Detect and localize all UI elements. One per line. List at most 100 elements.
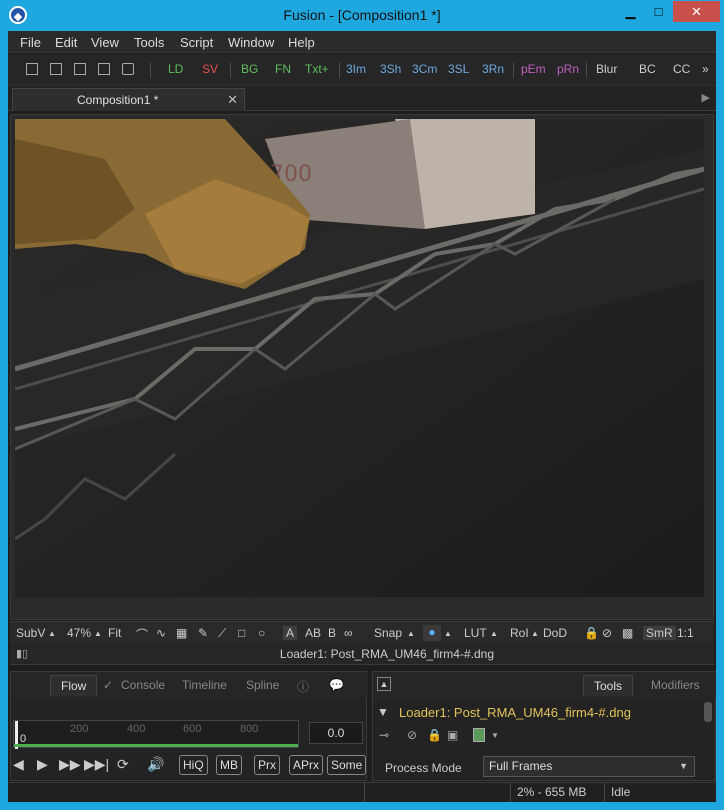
roi-button[interactable]: RoI [510,626,529,640]
layout-horizontal-icon[interactable] [74,63,86,75]
chevron-down-icon[interactable]: ▼ [377,705,389,719]
tab-composition1[interactable]: Composition1 * ✕ [12,88,245,111]
menu-window[interactable]: Window [228,35,274,50]
zoom-level[interactable]: 47% [67,626,91,640]
no-slash-icon[interactable]: ⊘ [602,626,612,640]
stereo-glasses-icon[interactable]: ∞ [344,626,353,640]
layout-split-icon[interactable] [50,63,62,75]
toolbar-overflow-icon[interactable]: » [702,62,709,76]
viewer-histogram-icon[interactable]: ▮▯ [16,647,28,660]
tab-spline[interactable]: Spline [246,678,279,692]
step-forward-icon[interactable]: ▶▶ [59,756,81,773]
channels-dropdown-icon[interactable]: ▲ [444,629,452,638]
mb-button[interactable]: MB [216,755,242,775]
snap-dropdown-icon[interactable]: ▲ [407,629,415,638]
menu-view[interactable]: View [91,35,119,50]
paint-brush-icon[interactable]: ✎ [198,626,208,640]
color-channels-icon[interactable]: ● [423,625,441,641]
lut-button[interactable]: LUT [464,626,487,640]
lock-icon[interactable]: 🔒 [584,626,599,640]
tool-button-3sl[interactable]: 3SL [448,62,469,76]
menu-help[interactable]: Help [288,35,315,50]
hiq-button[interactable]: HiQ [179,755,208,775]
tool-button-cc[interactable]: CC [673,62,690,76]
buffer-b-button[interactable]: B [328,626,336,640]
tool-button-txt[interactable]: Txt+ [305,62,329,76]
minimize-button[interactable]: ▁ [617,1,644,22]
close-button[interactable]: ✕ [673,1,720,22]
tool-button-pem[interactable]: pEm [521,62,546,76]
ellipse-tool-icon[interactable]: ○ [258,626,265,640]
tool-button-bc[interactable]: BC [639,62,656,76]
aprx-button[interactable]: APrx [289,755,324,775]
buffer-ab-button[interactable]: AB [305,626,321,640]
save-icon[interactable]: ▣ [447,728,458,742]
current-time-field[interactable]: 0.0 [309,722,363,744]
tool-button-ld[interactable]: LD [168,62,183,76]
viewer-image[interactable]: 700 [15,119,704,597]
tab-tools[interactable]: Tools [583,675,634,696]
tab-modifiers[interactable]: Modifiers [651,678,700,692]
tool-button-sv[interactable]: SV [202,62,218,76]
status-bar: 2% - 655 MB Idle [8,782,716,803]
tool-button-3rn[interactable]: 3Rn [482,62,504,76]
dod-button[interactable]: DoD [543,626,567,640]
maximize-button[interactable]: □ [645,1,672,22]
ratio-button[interactable]: 1:1 [677,626,694,640]
tool-button-bg[interactable]: BG [241,62,258,76]
menu-file[interactable]: File [20,35,41,50]
subview-dropdown-icon[interactable]: ▲ [48,629,56,638]
zoom-dropdown-icon[interactable]: ▲ [94,629,102,638]
tool-button-3im[interactable]: 3Im [346,62,366,76]
snap-button[interactable]: Snap [374,626,402,640]
menu-edit[interactable]: Edit [55,35,77,50]
tool-button-3cm[interactable]: 3Cm [412,62,437,76]
rectangle-tool-icon[interactable]: □ [238,626,245,640]
wand-icon[interactable]: ⟋ [218,626,226,641]
tab-timeline[interactable]: Timeline [182,678,227,692]
menu-tools[interactable]: Tools [134,35,164,50]
render-range-bar[interactable] [14,744,298,747]
tool-button-prn[interactable]: pRn [557,62,579,76]
menu-script[interactable]: Script [180,35,213,50]
grid-icon[interactable]: ▦ [176,626,187,640]
tab-scroll-icon[interactable]: ▶ [702,91,710,104]
tool-button-fn[interactable]: FN [275,62,291,76]
collapse-icon[interactable]: ▲ [377,677,391,691]
play-forward-icon[interactable]: ▶ [37,756,48,773]
fit-button[interactable]: Fit [108,626,121,640]
info-icon[interactable]: ⓘ [297,678,309,695]
tab-flow[interactable]: Flow [50,675,98,696]
checker-icon[interactable]: ▩ [622,626,633,640]
pin-icon[interactable]: ⊸ [379,728,389,742]
print-icon[interactable] [122,63,134,75]
some-button[interactable]: Some [327,755,367,775]
process-mode-value: Full Frames [489,759,553,773]
buffer-a-button[interactable]: A [283,626,298,640]
time-ruler[interactable]: 200 400 600 800 0 [13,720,299,749]
swatch-dropdown-icon[interactable]: ▼ [491,731,499,740]
lock-icon[interactable]: 🔒 [427,728,442,742]
layout-quad-icon[interactable] [98,63,110,75]
audio-icon[interactable]: 🔊 [147,756,164,773]
tool-button-3sh[interactable]: 3Sh [380,62,401,76]
smr-button[interactable]: SmR [643,626,676,640]
prx-button[interactable]: Prx [254,755,280,775]
play-reverse-icon[interactable]: ◀ [13,756,24,773]
polyline-tool-icon[interactable]: ⌒ [136,626,148,643]
comments-icon[interactable]: 💬 [329,678,344,692]
color-swatch-icon[interactable] [473,728,485,742]
layout-single-icon[interactable] [26,63,38,75]
lut-dropdown-icon[interactable]: ▲ [490,629,498,638]
tab-console[interactable]: Console [121,678,165,692]
subview-button[interactable]: SubV [16,626,45,640]
bspline-tool-icon[interactable]: ∿ [156,626,166,640]
inspector-scrollbar[interactable] [704,702,712,722]
tool-button-blur[interactable]: Blur [596,62,617,76]
roi-dropdown-icon[interactable]: ▲ [531,629,539,638]
close-icon[interactable]: ✕ [227,92,238,108]
loop-icon[interactable]: ⟳ [117,756,129,773]
disable-icon[interactable]: ⊘ [407,728,417,742]
process-mode-select[interactable]: Full Frames ▼ [483,756,695,777]
go-to-end-icon[interactable]: ▶▶| [84,756,109,773]
